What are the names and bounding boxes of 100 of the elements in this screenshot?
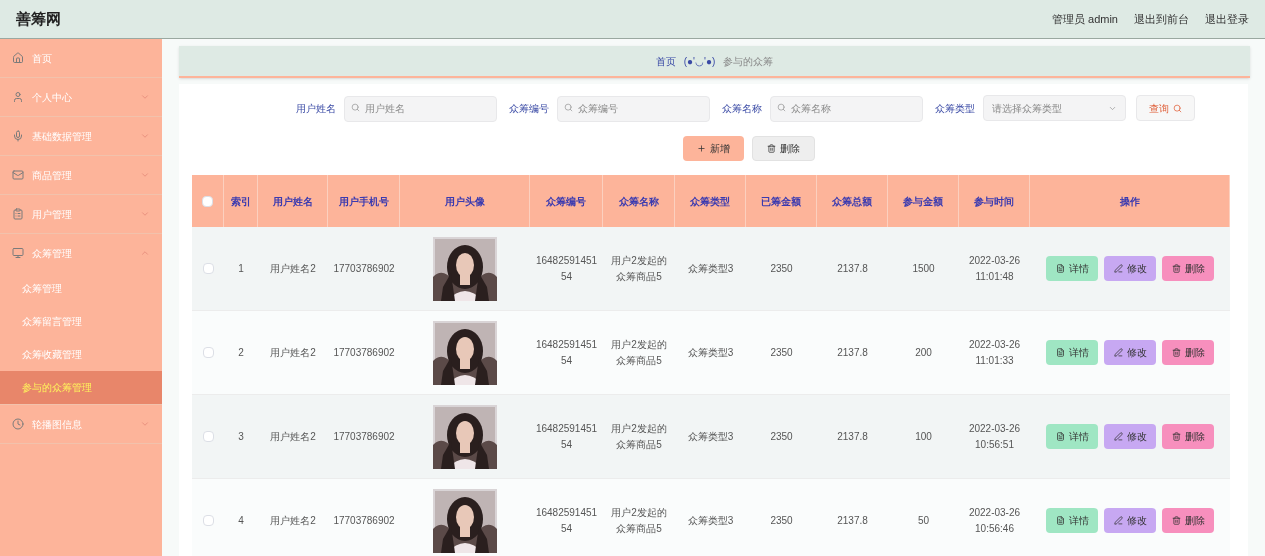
detail-button[interactable]: 详情 — [1046, 256, 1098, 281]
table-cell-text: 1648259145154 — [534, 505, 599, 536]
search-icon — [351, 103, 360, 112]
search-field[interactable]: 众筹名称 — [770, 95, 923, 122]
table-cell-text: 200 — [915, 345, 932, 360]
column-header[interactable]: 参与时间 — [974, 193, 1014, 209]
table-cell-text: 3 — [238, 429, 244, 444]
table-cell-text: 1500 — [912, 261, 935, 276]
header-link[interactable]: 退出登录 — [1205, 10, 1249, 28]
table-cell-text: 2137.8 — [837, 261, 868, 276]
select-field[interactable]: 请选择众筹类型 — [983, 95, 1126, 121]
trash-icon — [1171, 348, 1181, 357]
checkbox[interactable] — [202, 347, 214, 358]
table-cell-text: 17703786902 — [333, 261, 395, 276]
trash-icon — [1171, 516, 1181, 525]
pen-icon — [1113, 264, 1123, 273]
edit-button[interactable]: 修改 — [1104, 256, 1156, 281]
table-cell-text: 2022-03-26 11:01:48 — [967, 253, 1022, 284]
table-cell-text: 用户2发起的众筹商品5 — [610, 337, 668, 368]
delete-button[interactable]: 删除 — [1162, 508, 1214, 533]
table-cell-text: 众筹类型3 — [687, 261, 734, 276]
table-cell-text: 2350 — [770, 261, 793, 276]
site-title: 善筹网 — [16, 8, 61, 29]
edit-button[interactable]: 修改 — [1104, 508, 1156, 533]
search-icon — [777, 103, 786, 112]
table-cell-text: 2137.8 — [837, 513, 868, 528]
table-cell-text: 17703786902 — [333, 345, 395, 360]
document-icon — [1055, 264, 1065, 273]
search-icon — [564, 103, 573, 112]
column-header[interactable]: 索引 — [230, 193, 251, 209]
document-icon — [1055, 432, 1065, 441]
filter-label: 众筹类型 — [935, 101, 975, 116]
search-icon — [1173, 103, 1182, 113]
user-icon — [12, 91, 24, 103]
trash-icon — [1171, 432, 1181, 441]
table-cell-text: 100 — [915, 429, 932, 444]
pen-icon — [1113, 516, 1123, 525]
column-header[interactable]: 众筹编号 — [546, 193, 586, 209]
column-header[interactable]: 参与金额 — [903, 193, 943, 209]
table-cell-text: 用户姓名2 — [270, 345, 316, 360]
edit-button[interactable]: 修改 — [1104, 424, 1156, 449]
table-cell-text: 1648259145154 — [534, 337, 599, 368]
table-cell-text: 众筹类型3 — [687, 513, 734, 528]
table-cell-text: 2137.8 — [837, 345, 868, 360]
search-button[interactable]: 查询 — [1136, 95, 1195, 121]
header-link[interactable]: 退出到前台 — [1134, 10, 1189, 28]
column-header[interactable]: 众筹总额 — [832, 193, 872, 209]
delete-button[interactable]: 删除 — [1162, 424, 1214, 449]
header-link[interactable]: 管理员 admin — [1051, 10, 1118, 28]
breadcrumb-current: 参与的众筹 — [723, 54, 774, 69]
table-cell-text: 2022-03-26 10:56:51 — [967, 421, 1022, 452]
checkbox[interactable] — [202, 263, 214, 274]
filter-label: 用户姓名 — [296, 101, 336, 116]
envelope-icon — [12, 169, 24, 181]
checkbox[interactable] — [202, 431, 214, 442]
checkbox[interactable] — [202, 515, 214, 526]
column-header[interactable]: 用户头像 — [444, 193, 485, 209]
checkbox[interactable] — [202, 195, 213, 207]
delete-button[interactable]: 删除 — [1162, 340, 1214, 365]
table-cell-text: 用户2发起的众筹商品5 — [610, 505, 668, 536]
column-header[interactable]: 用户手机号 — [338, 193, 389, 209]
table-cell-text: 众筹类型3 — [687, 429, 734, 444]
table-cell-text: 众筹类型3 — [687, 345, 734, 360]
edit-button[interactable]: 修改 — [1104, 340, 1156, 365]
table-cell-text: 1648259145154 — [534, 421, 599, 452]
delete-button[interactable]: 删除 — [1162, 256, 1214, 281]
table-cell-text: 2022-03-26 10:56:46 — [967, 505, 1022, 536]
table-cell-text: 2350 — [770, 513, 793, 528]
table-cell-text: 2350 — [770, 429, 793, 444]
clipboard-icon — [12, 208, 24, 220]
table-cell-text: 1648259145154 — [534, 253, 599, 284]
pen-icon — [1113, 432, 1123, 441]
breadcrumb-link[interactable]: 首页 — [655, 53, 676, 69]
column-header[interactable]: 用户姓名 — [272, 193, 313, 209]
delete-button[interactable]: 删除 — [751, 136, 815, 161]
document-icon — [1055, 348, 1065, 357]
filter-label: 众筹编号 — [509, 101, 549, 116]
detail-button[interactable]: 详情 — [1046, 424, 1098, 449]
clock-icon — [12, 418, 24, 430]
column-header[interactable]: 操作 — [1119, 193, 1140, 209]
microphone-icon — [12, 130, 24, 142]
home-icon — [12, 52, 24, 64]
search-field[interactable]: 用户姓名 — [344, 95, 497, 122]
column-header[interactable]: 已筹金额 — [761, 193, 801, 209]
table-cell-text: 2 — [238, 345, 244, 360]
table-cell-text: 17703786902 — [333, 513, 395, 528]
table-cell-text: 用户2发起的众筹商品5 — [610, 253, 668, 284]
detail-button[interactable]: 详情 — [1046, 340, 1098, 365]
search-field[interactable]: 众筹编号 — [557, 95, 710, 122]
table-cell-text: 用户姓名2 — [270, 513, 316, 528]
table-cell-text: 用户姓名2 — [270, 261, 316, 276]
add-button[interactable]: 新增 — [682, 136, 744, 161]
detail-button[interactable]: 详情 — [1046, 508, 1098, 533]
table-cell-text: 17703786902 — [333, 429, 395, 444]
pen-icon — [1113, 348, 1123, 357]
column-header[interactable]: 众筹名称 — [618, 193, 659, 209]
document-icon — [1055, 516, 1065, 525]
column-header[interactable]: 众筹类型 — [690, 193, 730, 209]
table-cell-text: 用户姓名2 — [270, 429, 316, 444]
breadcrumb-separator: (●'◡'●) — [683, 54, 716, 69]
